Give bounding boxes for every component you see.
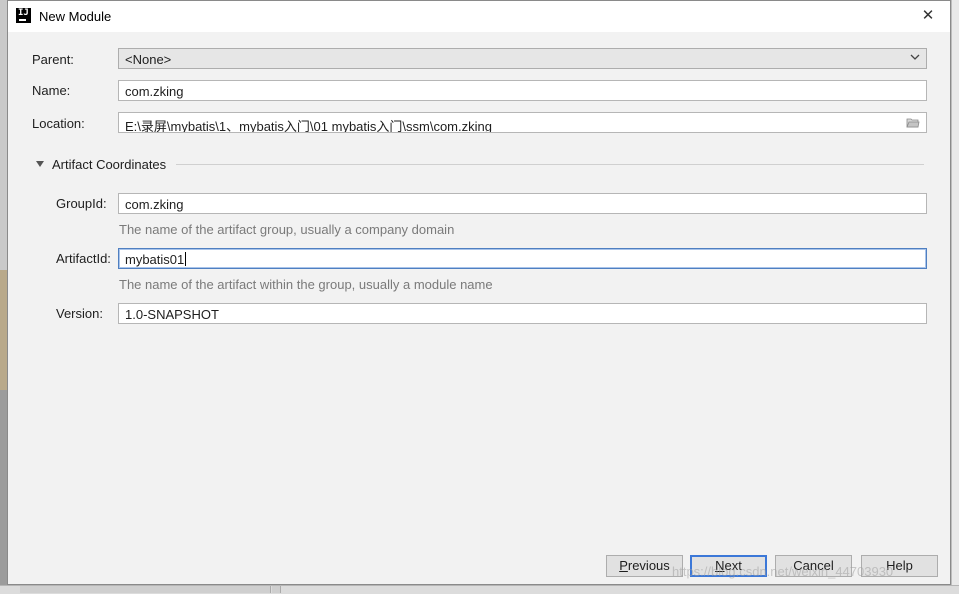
text-caret [185, 252, 187, 266]
version-label: Version: [56, 306, 103, 321]
groupid-input[interactable]: com.zking [118, 193, 927, 214]
version-input[interactable]: 1.0-SNAPSHOT [118, 303, 927, 324]
folder-icon[interactable] [906, 117, 920, 128]
artifactid-hint: The name of the artifact within the grou… [119, 277, 493, 292]
groupid-hint: The name of the artifact group, usually … [119, 222, 455, 237]
background-bottom-tab [20, 586, 271, 593]
background-right-strip [951, 0, 959, 593]
parent-label: Parent: [32, 52, 74, 67]
window-title: New Module [39, 9, 112, 24]
artifactid-label: ArtifactId: [56, 251, 111, 266]
intellij-app-icon: IJ [16, 8, 31, 23]
triangle-down-icon [36, 161, 44, 167]
name-input[interactable]: com.zking [118, 80, 927, 101]
watermark: https://blog.csdn.net/weixin_44703930 [672, 564, 894, 579]
parent-select-value: <None> [125, 52, 172, 67]
previous-label: revious [627, 558, 670, 573]
close-icon[interactable]: ✕ [920, 7, 936, 25]
chevron-down-icon [910, 54, 920, 60]
artifact-coordinates-title: Artifact Coordinates [52, 157, 167, 172]
artifactid-input-value: mybatis01 [125, 252, 185, 267]
parent-select[interactable]: <None> [118, 48, 927, 69]
location-label: Location: [32, 116, 85, 131]
artifactid-input[interactable]: mybatis01 [118, 248, 927, 269]
background-bottom-tab [272, 586, 281, 593]
name-label: Name: [32, 83, 71, 98]
previous-mnemonic: P [619, 558, 628, 573]
new-module-dialog: IJ New Module ✕ Parent: <None> Name: com… [7, 0, 951, 585]
groupid-label: GroupId: [56, 196, 107, 211]
location-input[interactable]: E:\录屏\mybatis\1、mybatis入门\01 mybatis入门\s… [118, 112, 927, 133]
section-divider [176, 164, 924, 165]
location-input-value: E:\录屏\mybatis\1、mybatis入门\01 mybatis入门\s… [125, 119, 492, 133]
title-bar: IJ New Module ✕ [8, 1, 950, 32]
